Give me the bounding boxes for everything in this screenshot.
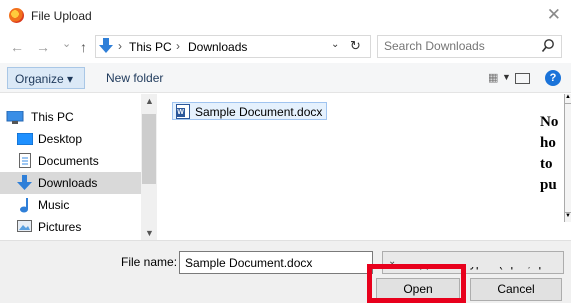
file-name-label: File name: [121,255,178,269]
downloads-icon [99,38,113,53]
sidebar-item-label: Downloads [38,176,98,190]
word-document-icon: W [176,104,190,119]
pictures-icon [17,220,32,232]
forward-button[interactable]: → [36,39,50,55]
sidebar-item-label: Documents [38,154,99,168]
preview-line: No [540,114,559,130]
address-dropdown-icon[interactable]: ⌄ [331,39,339,50]
refresh-icon[interactable]: ↻ [350,38,361,54]
view-dropdown-icon[interactable]: ▼ [502,72,511,82]
footer-pane: File name: Sample Document.docx ⌄ All Su… [0,240,571,303]
preview-pane: No ho to pu ▲ ▼ [530,94,571,240]
open-button[interactable]: Open [376,278,460,301]
search-icon[interactable] [541,38,555,54]
file-name-field[interactable]: Sample Document.docx ⌄ [179,251,373,274]
scrollbar-thumb[interactable] [142,114,156,184]
sidebar-item-downloads[interactable]: Downloads [0,172,141,194]
sidebar-item-label: Music [38,198,70,212]
file-name: Sample Document.docx [195,105,323,119]
address-row: ← → ⌄ ↑ › This PC › Downloads ⌄ ↻ [0,31,571,63]
command-bar: Organize ▾ New folder ▦ ▼ ? [0,63,571,93]
computer-icon [6,111,24,124]
preview-scrollbar[interactable]: ▲ ▼ [564,94,571,222]
navigation-scrollbar[interactable]: ▲ ▼ [141,94,157,240]
chevron-down-icon[interactable]: ⌄ [185,256,367,267]
new-folder-button[interactable]: New folder [106,71,163,85]
window-title: File Upload [31,9,92,23]
organize-label: Organize ▾ [15,72,74,86]
music-icon [20,198,28,213]
title-bar: File Upload ✕ [0,0,571,30]
file-list: W Sample Document.docx [158,94,530,240]
sidebar-item-pictures[interactable]: Pictures [0,216,141,238]
view-options-icon[interactable]: ▦ [488,71,498,84]
firefox-icon [9,8,24,23]
scroll-up-icon[interactable]: ▲ [565,94,571,104]
sidebar-item-label: Desktop [38,132,83,146]
sidebar-item-desktop[interactable]: Desktop [0,128,141,150]
file-type-select[interactable]: All Supported Types (*.pdf;*.ppt ⌄ [382,251,564,274]
preview-pane-icon[interactable] [515,73,530,84]
organize-button[interactable]: Organize ▾ [7,67,85,89]
up-button[interactable]: ↑ [80,39,87,55]
sidebar-item-music[interactable]: Music [0,194,141,216]
documents-icon [19,153,31,168]
close-button[interactable]: ✕ [547,5,561,25]
recent-locations-button[interactable]: ⌄ [62,37,71,50]
chevron-down-icon[interactable]: ⌄ [388,256,546,267]
preview-line: pu [540,177,557,193]
sidebar-item-this-pc[interactable]: This PC [0,106,141,128]
navigation-pane: This PC Desktop Documents Downloads Musi… [0,94,157,240]
sidebar-item-documents[interactable]: Documents [0,150,141,172]
desktop-icon [17,133,33,145]
downloads-icon [17,175,32,190]
file-item[interactable]: W Sample Document.docx [172,102,328,120]
scroll-up-icon[interactable]: ▲ [145,96,154,106]
preview-text: No ho to pu [540,112,558,196]
breadcrumb-separator: › [118,39,122,53]
preview-line: ho [540,135,556,151]
search-box[interactable] [377,35,562,58]
breadcrumb-this-pc[interactable]: This PC [129,40,172,54]
search-input[interactable] [384,39,534,53]
breadcrumb-downloads[interactable]: Downloads [188,40,247,54]
help-icon[interactable]: ? [545,70,561,86]
back-button[interactable]: ← [10,39,24,55]
preview-line: to [540,156,553,172]
sidebar-item-label: This PC [31,110,74,124]
scroll-down-icon[interactable]: ▼ [145,228,154,238]
scroll-down-icon[interactable]: ▼ [565,212,571,222]
address-bar[interactable]: › This PC › Downloads ⌄ ↻ [95,35,371,58]
cancel-button[interactable]: Cancel [470,278,562,301]
breadcrumb-separator: › [176,39,180,53]
sidebar-item-label: Pictures [38,220,82,234]
